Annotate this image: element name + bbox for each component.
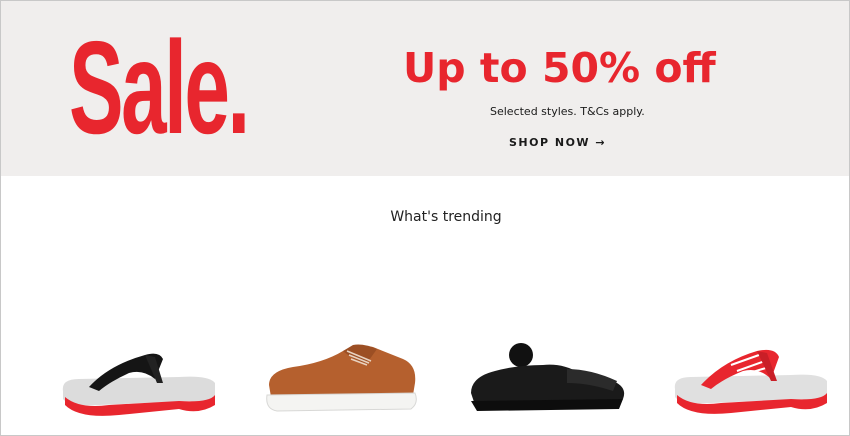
- offer-headline: Up to 50% off: [403, 44, 716, 92]
- sale-logo-text: Sale.: [69, 14, 250, 161]
- offer-terms: Selected styles. T&Cs apply.: [490, 105, 645, 118]
- red-toe-post-sandal-image: [674, 349, 827, 414]
- shop-now-link[interactable]: SHOP NOW →: [509, 135, 606, 151]
- product-card-black-toe-post-sandal[interactable]: [59, 339, 219, 423]
- tan-sneaker-image: [266, 344, 417, 412]
- sale-banner[interactable]: Sale. Up to 50% off Selected styles. T&C…: [1, 1, 849, 176]
- product-card-red-toe-post-sandal[interactable]: [671, 337, 831, 421]
- product-card-tan-sneaker[interactable]: [263, 337, 423, 421]
- black-pom-pom-slipper-image: [471, 343, 625, 411]
- page-frame: Sale. Up to 50% off Selected styles. T&C…: [0, 0, 850, 436]
- black-toe-post-sandal-image: [62, 353, 215, 416]
- product-card-black-pom-pom-slipper[interactable]: [467, 339, 627, 423]
- trending-heading: What's trending: [390, 209, 502, 225]
